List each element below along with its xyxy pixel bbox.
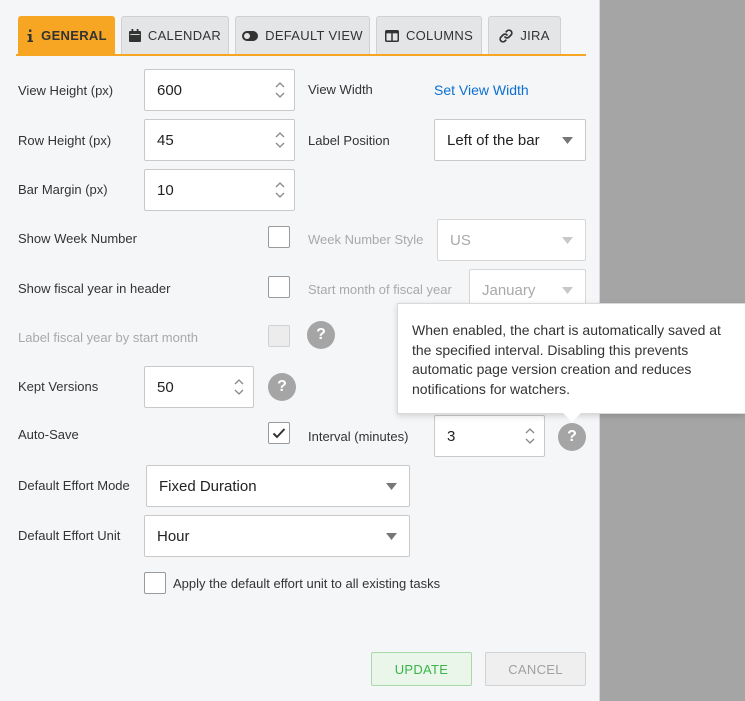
kept-versions-input[interactable]: 50 <box>144 366 254 408</box>
tooltip-arrow <box>563 413 581 422</box>
apply-unit-checkbox[interactable] <box>144 572 166 594</box>
update-button[interactable]: UPDATE <box>371 652 472 686</box>
effort-unit-select[interactable]: Hour <box>144 515 410 557</box>
chevron-down-icon <box>562 237 573 244</box>
label-position-select[interactable]: Left of the bar <box>434 119 586 161</box>
effort-mode-label: Default Effort Mode <box>18 478 130 493</box>
columns-icon <box>384 29 399 42</box>
view-height-value: 600 <box>157 81 183 99</box>
auto-save-checkbox[interactable] <box>268 422 290 444</box>
row-height-value: 45 <box>157 131 174 149</box>
help-icon[interactable]: ? <box>268 373 296 401</box>
week-number-style-select[interactable]: US <box>437 219 586 261</box>
spinner-icon[interactable] <box>525 426 535 446</box>
row-height-label: Row Height (px) <box>18 133 112 148</box>
apply-unit-label: Apply the default effort unit to all exi… <box>173 576 441 591</box>
tab-label: COLUMNS <box>405 28 474 43</box>
tab-general[interactable]: GENERAL <box>18 16 115 54</box>
kept-versions-label: Kept Versions <box>18 379 99 394</box>
help-glyph: ? <box>316 326 326 343</box>
spinner-icon[interactable] <box>275 80 285 100</box>
spinner-icon[interactable] <box>275 180 285 200</box>
fiscal-start-month-value: January <box>482 281 536 299</box>
tab-label: GENERAL <box>41 28 107 43</box>
show-week-number-label: Show Week Number <box>18 231 137 246</box>
show-week-number-checkbox[interactable] <box>268 226 290 248</box>
chevron-down-icon <box>386 533 397 540</box>
week-number-style-label: Week Number Style <box>308 232 424 247</box>
tab-calendar[interactable]: CALENDAR <box>121 16 229 54</box>
chevron-down-icon <box>386 483 397 490</box>
label-position-label: Label Position <box>308 133 390 148</box>
interval-label: Interval (minutes) <box>308 429 409 444</box>
effort-unit-label: Default Effort Unit <box>18 528 121 543</box>
effort-mode-select[interactable]: Fixed Duration <box>146 465 410 507</box>
effort-unit-value: Hour <box>157 527 190 545</box>
effort-mode-value: Fixed Duration <box>159 477 257 495</box>
fiscal-start-month-label: Start month of fiscal year <box>308 282 452 297</box>
tab-jira[interactable]: JIRA <box>488 16 561 54</box>
tab-underline <box>16 54 586 56</box>
spinner-icon[interactable] <box>275 130 285 150</box>
view-height-label: View Height (px) <box>18 83 114 98</box>
help-icon[interactable]: ? <box>558 423 586 451</box>
row-height-input[interactable]: 45 <box>144 119 295 161</box>
checkmark-icon <box>272 428 286 439</box>
calendar-icon <box>128 29 141 42</box>
chevron-down-icon <box>562 287 573 294</box>
tab-label: DEFAULT VIEW <box>265 28 363 43</box>
tab-default-view[interactable]: DEFAULT VIEW <box>235 16 370 54</box>
label-fiscal-year-label: Label fiscal year by start month <box>18 330 198 345</box>
help-glyph: ? <box>277 378 287 395</box>
help-icon[interactable]: ? <box>307 321 335 349</box>
bar-margin-value: 10 <box>157 181 174 199</box>
bar-margin-label: Bar Margin (px) <box>18 182 108 197</box>
tooltip: When enabled, the chart is automatically… <box>397 303 745 414</box>
view-width-label: View Width <box>308 82 373 97</box>
label-fiscal-year-checkbox[interactable] <box>268 325 290 347</box>
help-glyph: ? <box>567 428 577 445</box>
info-icon <box>26 29 34 43</box>
week-number-style-value: US <box>450 231 471 249</box>
label-position-value: Left of the bar <box>447 131 540 149</box>
toggle-icon <box>242 30 259 41</box>
kept-versions-value: 50 <box>157 378 174 396</box>
auto-save-label: Auto-Save <box>18 427 79 442</box>
interval-value: 3 <box>447 427 456 445</box>
chevron-down-icon <box>562 137 573 144</box>
set-view-width-link[interactable]: Set View Width <box>434 82 529 98</box>
interval-input[interactable]: 3 <box>434 415 545 457</box>
cancel-button[interactable]: CANCEL <box>485 652 586 686</box>
bar-margin-input[interactable]: 10 <box>144 169 295 211</box>
view-height-input[interactable]: 600 <box>144 69 295 111</box>
tab-label: CALENDAR <box>147 28 222 43</box>
link-icon <box>499 28 513 43</box>
tooltip-text: When enabled, the chart is automatically… <box>412 322 721 397</box>
show-fiscal-year-label: Show fiscal year in header <box>18 281 171 296</box>
tab-label: JIRA <box>520 28 550 43</box>
tab-columns[interactable]: COLUMNS <box>376 16 482 54</box>
spinner-icon[interactable] <box>234 377 244 397</box>
show-fiscal-year-checkbox[interactable] <box>268 276 290 298</box>
